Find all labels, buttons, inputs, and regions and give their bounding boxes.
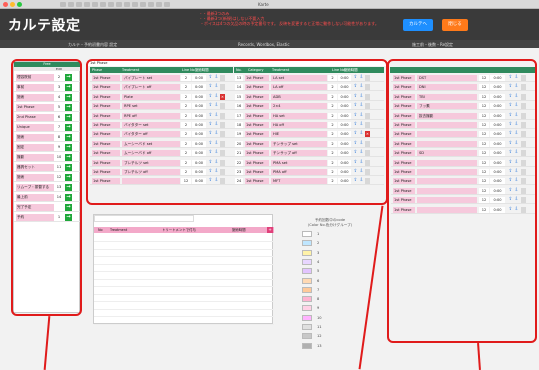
color-swatch	[302, 231, 312, 237]
popup-row[interactable]	[94, 288, 274, 295]
toolbar-icon[interactable]	[100, 2, 106, 7]
col-header: 施術時間	[232, 228, 246, 232]
popup-row[interactable]	[94, 273, 274, 280]
toolbar-icon[interactable]	[60, 2, 66, 7]
color-swatch-number: 4	[317, 259, 320, 264]
color-swatch	[302, 258, 312, 265]
toolbar-icon[interactable]	[68, 2, 74, 7]
toolbar-icon[interactable]	[132, 2, 138, 7]
toolbar-icon[interactable]	[140, 2, 146, 7]
color-swatch	[302, 277, 312, 284]
annotation-outline-right	[387, 59, 537, 343]
color-swatch	[302, 324, 312, 330]
popup-row[interactable]	[94, 303, 274, 310]
toolbar-icon[interactable]	[108, 2, 114, 7]
toolbar-icon[interactable]	[84, 2, 90, 7]
notice-line: ・ボイスは4つの欠品の時の予定番号です。 反映を変更すると正常に動作しない可能性…	[200, 21, 379, 26]
popup-row[interactable]	[94, 280, 274, 287]
color-legend-title: 予約回数中のcode (Color No.色分けグループ)	[300, 218, 360, 228]
popup-row[interactable]	[94, 258, 274, 265]
color-swatch-number: 12	[317, 334, 322, 339]
color-swatch-number: 7	[317, 287, 320, 292]
color-swatch-number: 9	[317, 306, 320, 311]
popup-title-field[interactable]	[94, 215, 194, 222]
color-swatch-number: 3	[317, 250, 320, 255]
close-window-icon[interactable]	[3, 2, 8, 7]
section-nav: カルテ・予約初書内容 設定 Records, Wordbox, Elastic …	[0, 40, 539, 48]
color-swatch-number: 13	[317, 343, 322, 348]
popup-row[interactable]	[94, 295, 274, 302]
col-header: Treatment	[110, 228, 128, 232]
color-swatch-number: 8	[317, 297, 320, 302]
color-swatch-number: 1	[317, 232, 320, 236]
color-swatch-number: 6	[317, 278, 320, 283]
col-header: No	[98, 228, 103, 232]
window-titlebar: Karte	[0, 0, 539, 9]
popup-row[interactable]	[94, 265, 274, 272]
popup-row[interactable]	[94, 243, 274, 250]
color-swatch-number: 2	[317, 241, 320, 246]
toolbar-icon[interactable]	[116, 2, 122, 7]
color-swatch	[302, 268, 312, 275]
maximize-window-icon[interactable]	[17, 2, 22, 7]
popup-row[interactable]	[94, 310, 274, 317]
karte-button[interactable]: カルテへ	[403, 19, 433, 31]
toolbar-strip	[60, 1, 210, 8]
color-swatch	[302, 296, 312, 303]
popup-row[interactable]	[94, 318, 274, 325]
color-swatch	[302, 240, 312, 247]
annotation-outline-left	[11, 59, 82, 316]
popup-table-header: No Treatment トリートメントで付与 施術時間	[94, 227, 274, 233]
nav-tab-records[interactable]: Records, Wordbox, Elastic	[238, 42, 290, 47]
col-header: トリートメントで付与	[162, 228, 196, 232]
color-swatch-number: 11	[317, 325, 322, 329]
color-swatch-number: 5	[317, 269, 320, 274]
popup-row[interactable]	[94, 235, 274, 242]
toolbar-icon[interactable]	[76, 2, 82, 7]
color-swatch-number: 10	[317, 315, 322, 320]
notice-text: - ・最新3つのみ - ・最新3つ(新規)はしない不要入力 ・ボイスは4つの欠品…	[200, 11, 379, 26]
toolbar-icon[interactable]	[156, 2, 162, 7]
color-swatch	[302, 249, 312, 256]
popup-row[interactable]	[94, 250, 274, 257]
color-swatch	[302, 333, 312, 340]
treatment-popup: No Treatment トリートメントで付与 施術時間 +	[93, 214, 274, 325]
close-button[interactable]: 閉じる	[442, 19, 468, 31]
window-title: Karte	[258, 2, 269, 7]
page-title: カルテ設定	[8, 18, 81, 34]
page-header: カルテ設定 - ・最新3つのみ - ・最新3つ(新規)はしない不要入力 ・ボイス…	[0, 9, 539, 40]
popup-add-icon[interactable]: +	[267, 227, 273, 233]
toolbar-icon[interactable]	[92, 2, 98, 7]
minimize-window-icon[interactable]	[10, 2, 15, 7]
toolbar-icon[interactable]	[124, 2, 130, 7]
color-swatch	[302, 286, 312, 293]
color-swatch	[302, 305, 312, 312]
toolbar-icon[interactable]	[164, 2, 170, 7]
color-swatch	[302, 314, 312, 321]
annotation-outline-main	[86, 59, 388, 205]
toolbar-icon[interactable]	[148, 2, 154, 7]
color-swatch	[302, 342, 312, 349]
legend-title-line: (Color No.色分けグループ)	[307, 223, 353, 227]
